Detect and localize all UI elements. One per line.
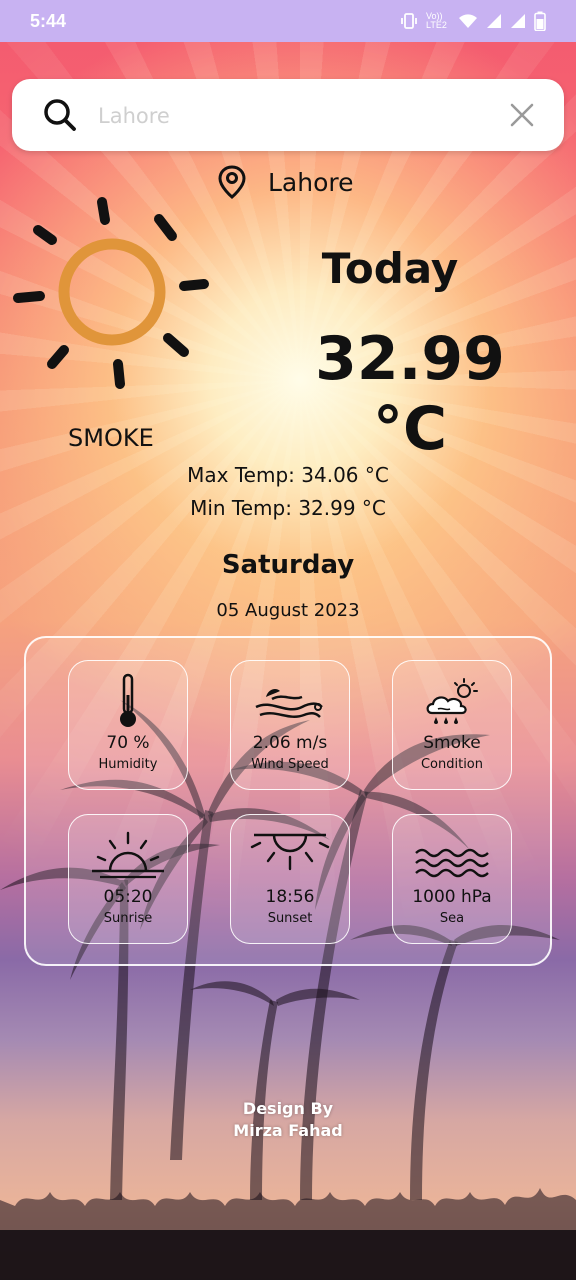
signal-icon-2 [511, 14, 525, 28]
sunset-value: 18:56 [265, 887, 315, 907]
humidity-card: 70 % Humidity [68, 660, 188, 790]
location-row: Lahore [216, 164, 354, 200]
thermometer-icon [120, 673, 136, 727]
search-input[interactable] [96, 97, 500, 135]
max-temperature: Max Temp: 34.06 °C [187, 463, 389, 487]
wind-icon [255, 689, 323, 718]
details-panel: 70 % Humidity 2.06 m/s Wind Speed Smoke … [24, 636, 552, 966]
close-icon[interactable] [508, 101, 536, 129]
signal-icon [487, 14, 501, 28]
sunrise-value: 05:20 [103, 887, 153, 907]
design-credit: Design By Mirza Fahad [0, 1098, 576, 1142]
status-bar: 5:44 Vo)) LTE2 [0, 0, 576, 42]
sun-icon [13, 197, 209, 389]
search-icon[interactable] [42, 97, 78, 133]
condition-card: Smoke Condition [392, 660, 512, 790]
wind-speed-label: Wind Speed [251, 757, 329, 772]
sunrise-label: Sunrise [103, 911, 153, 926]
network-label: Vo)) LTE2 [426, 11, 447, 30]
waves-icon [415, 848, 489, 878]
sunset-icon [250, 833, 330, 871]
credit-line-2: Mirza Fahad [233, 1121, 343, 1140]
humidity-label: Humidity [98, 757, 158, 772]
cloud-sun-rain-icon [426, 678, 478, 724]
battery-icon [534, 11, 546, 31]
sunset-card: 18:56 Sunset [230, 814, 350, 944]
wind-speed-value: 2.06 m/s [252, 733, 328, 753]
condition-value: Smoke [423, 733, 481, 753]
search-bar [12, 79, 564, 151]
wind-speed-card: 2.06 m/s Wind Speed [230, 660, 350, 790]
weather-condition: SMOKE [68, 424, 154, 452]
date-text: 05 August 2023 [216, 600, 360, 621]
status-time: 5:44 [30, 10, 67, 31]
location-pin-icon [218, 165, 246, 199]
location-city: Lahore [268, 167, 354, 197]
wifi-icon [459, 14, 477, 28]
status-icons: Vo)) LTE2 [400, 11, 546, 31]
sunset-label: Sunset [267, 911, 313, 926]
sunrise-icon [92, 831, 164, 879]
min-temperature: Min Temp: 32.99 °C [190, 496, 386, 520]
sea-pressure-value: 1000 hPa [412, 887, 492, 907]
vibrate-icon [401, 13, 417, 29]
sea-pressure-card: 1000 hPa Sea [392, 814, 512, 944]
condition-label: Condition [420, 757, 484, 772]
sunrise-card: 05:20 Sunrise [68, 814, 188, 944]
day-name: Saturday [221, 550, 355, 580]
current-temperature: 32.99 °C [315, 324, 505, 464]
humidity-value: 70 % [106, 733, 150, 753]
today-heading: Today [321, 244, 459, 293]
credit-line-1: Design By [242, 1099, 334, 1118]
sea-pressure-label: Sea [439, 911, 465, 926]
